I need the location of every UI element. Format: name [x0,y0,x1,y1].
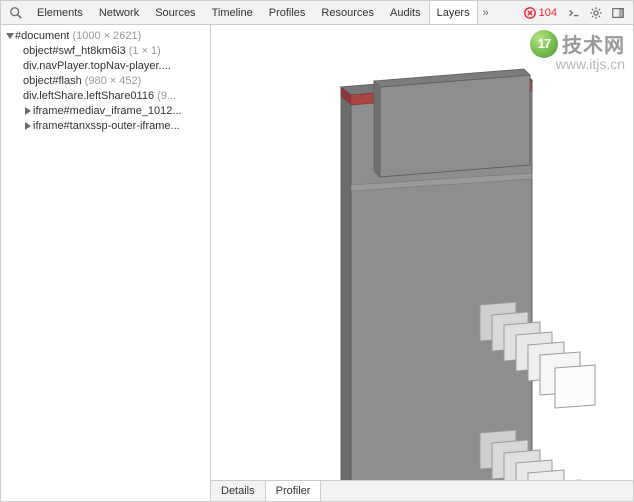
tree-row[interactable]: iframe#tanxssp-outer-ifram​e... [1,118,210,133]
tree-row[interactable]: div.leftShare.leftShare0116 (9... [1,88,210,103]
tab-audits[interactable]: Audits [382,1,429,24]
tab-details[interactable]: Details [211,481,266,501]
tree-row[interactable]: div.navPlayer.topNav-player.... [1,58,210,73]
disclosure-triangle-open-icon[interactable] [5,32,15,40]
tab-timeline[interactable]: Timeline [204,1,261,24]
tree-row-document[interactable]: #document (1000 × 2621) [1,28,210,43]
layers-viewport-panel: 17 技术网 www.itjs.cn Details Profiler [211,25,633,501]
settings-gear-icon[interactable] [588,5,604,21]
error-count-value: 104 [539,7,557,19]
tab-layers[interactable]: Layers [429,1,478,24]
disclosure-triangle-closed-icon[interactable] [23,107,33,115]
tree-row-label: object#flash [23,75,82,87]
layers-detail-tabbar: Details Profiler [211,480,633,501]
tabs-overflow-button[interactable]: » [478,1,494,24]
search-icon[interactable] [8,5,24,21]
disclosure-triangle-closed-icon[interactable] [23,122,33,130]
tree-row-label: iframe#mediav_iframe_1012... [33,105,182,117]
layers-3d-svg [211,25,633,480]
tab-label: Resources [321,7,374,19]
devtools-window: Elements Network Sources Timeline Profil… [0,0,634,502]
layers-tree-sidebar: #document (1000 × 2621) object#swf_ht8km… [1,25,211,501]
tab-label: Timeline [212,7,253,19]
chevron-right-icon: » [483,7,489,19]
error-icon [524,7,536,19]
tab-label: Audits [390,7,421,19]
tree-row-label: iframe#tanxssp-outer-ifram​e... [33,120,180,132]
tab-label: Sources [155,7,195,19]
main-toolbar: Elements Network Sources Timeline Profil… [1,1,633,25]
tree-row[interactable]: object#flash (980 × 452) [1,73,210,88]
tab-profiler[interactable]: Profiler [266,481,322,501]
tab-label: Elements [37,7,83,19]
tree-row-dimensions: (9... [157,90,176,102]
main-split: #document (1000 × 2621) object#swf_ht8km… [1,25,633,501]
tree-row-label: object#swf_ht8km6i3 [23,45,126,57]
tab-resources[interactable]: Resources [313,1,382,24]
tab-label: Network [99,7,139,19]
tree-row-dimensions: (980 × 452) [85,75,142,87]
layers-3d-canvas[interactable]: 17 技术网 www.itjs.cn [211,25,633,480]
error-count-badge[interactable]: 104 [524,7,557,19]
tree-row-label: div.navPlayer.topNav-player.... [23,60,171,72]
tree-row-dimensions: (1 × 1) [129,45,161,57]
tab-elements[interactable]: Elements [29,1,91,24]
tree-row[interactable]: iframe#mediav_iframe_1012... [1,103,210,118]
tab-sources[interactable]: Sources [147,1,203,24]
tree-row-label: div.leftShare.leftShare0116 [23,90,154,102]
tab-label: Profiler [276,485,311,497]
tree-row-dimensions: (1000 × 2621) [72,30,141,42]
console-toggle-icon[interactable] [566,5,582,21]
tab-label: Profiles [269,7,306,19]
tab-network[interactable]: Network [91,1,147,24]
tree-row-label: #document [15,30,69,42]
tab-profiles[interactable]: Profiles [261,1,314,24]
tab-label: Layers [437,7,470,19]
tree-row[interactable]: object#swf_ht8km6i3 (1 × 1) [1,43,210,58]
dock-side-icon[interactable] [610,5,626,21]
panel-tabbar: Elements Network Sources Timeline Profil… [29,1,494,24]
layers-tree: #document (1000 × 2621) object#swf_ht8km… [1,28,210,133]
tab-label: Details [221,485,255,497]
